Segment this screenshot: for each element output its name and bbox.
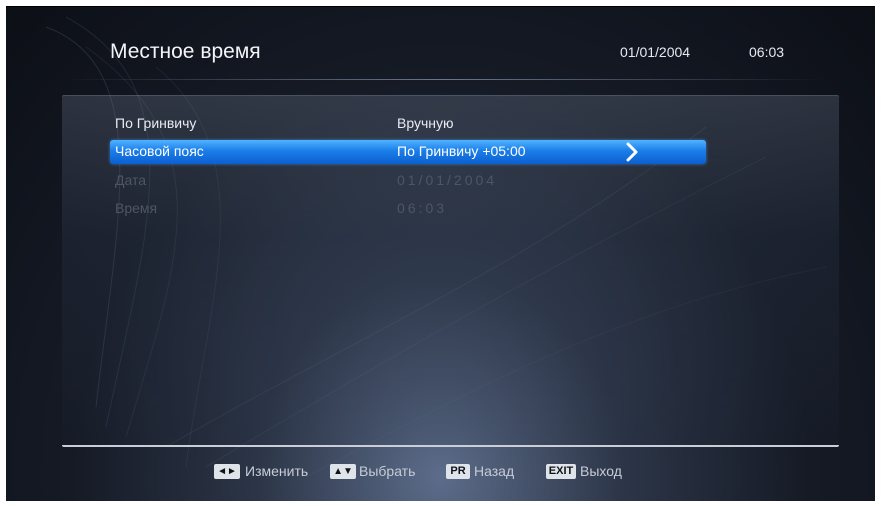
menu-row-label: По Гринвичу [115, 115, 197, 131]
header-date: 01/01/2004 [620, 44, 691, 60]
hint-change: Изменить [245, 463, 309, 479]
menu-row-label: Часовой пояс [115, 143, 204, 159]
menu-row-time: Время 06:03 [110, 197, 706, 221]
settings-panel: По Гринвичу Вручную Часовой пояс По Грин… [62, 95, 839, 447]
menu-row-label: Дата [115, 172, 147, 188]
up-down-arrows-icon: ▲▼ [330, 464, 356, 479]
hint-select: Выбрать [359, 463, 416, 479]
pr-key-icon: PR [446, 464, 470, 479]
chevron-right-icon[interactable] [622, 142, 642, 162]
tv-screen: Местное время 01/01/2004 06:03 По Гринви… [6, 6, 875, 501]
left-right-arrows-icon: ◄► [214, 464, 240, 479]
menu-row-label: Время [115, 200, 158, 216]
menu-row-value: По Гринвичу +05:00 [397, 143, 526, 159]
menu-row-gmt-mode[interactable]: По Гринвичу Вручную [110, 112, 706, 136]
menu-row-date: Дата 01/01/2004 [110, 169, 706, 193]
hint-exit: Выход [580, 463, 622, 479]
menu-row-value: Вручную [397, 115, 454, 131]
footer-hints: ◄► Изменить ▲▼ Выбрать PR Назад EXIT Вых… [6, 462, 875, 484]
menu-row-value: 01/01/2004 [397, 172, 498, 188]
menu-row-value: 06:03 [397, 200, 448, 216]
header-divider [63, 79, 825, 80]
exit-key-icon: EXIT [546, 464, 576, 479]
menu-row-timezone[interactable]: Часовой пояс По Гринвичу +05:00 [110, 140, 706, 164]
header-time: 06:03 [749, 44, 785, 60]
hint-back: Назад [474, 463, 515, 479]
page-title: Местное время [110, 40, 261, 63]
